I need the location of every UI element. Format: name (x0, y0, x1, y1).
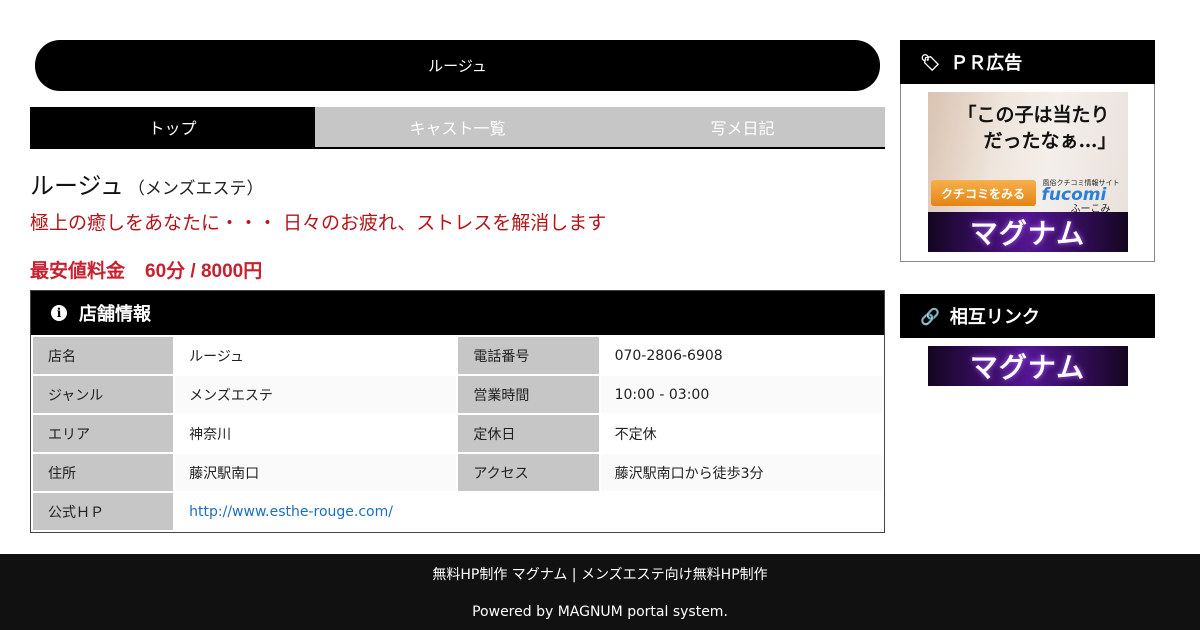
footer-line2: Powered by MAGNUM portal system. (472, 604, 728, 620)
magnum-logo: マグナム (969, 217, 1086, 250)
sidebar: 🏷 ＰＲ広告 「この子は当たり だったなぁ…」 クチコミをみる 風俗クチコミ情報… (900, 40, 1155, 386)
row-label: アクセス (456, 452, 601, 493)
shop-info-header: i 店舗情報 (31, 291, 884, 335)
ad-quote-line2: だったなぁ…」 (983, 130, 1117, 152)
row-label: 定休日 (456, 413, 601, 454)
info-icon: i (51, 305, 67, 321)
row-value: 神奈川 (173, 413, 459, 454)
row-value: 不定休 (598, 413, 885, 454)
row-value: 藤沢駅南口から徒歩3分 (598, 452, 885, 493)
shop-info-box: i 店舗情報 店名 ルージュ 電話番号 070-2806-6908 ジャンル メ… (30, 290, 885, 533)
table-row: エリア 神奈川 定休日 不定休 (30, 413, 885, 454)
shop-info-table: 店名 ルージュ 電話番号 070-2806-6908 ジャンル メンズエステ 営… (30, 335, 885, 532)
shop-catchphrase: 極上の癒しをあなたに・・・ 日々のお疲れ、ストレスを解消します (30, 212, 607, 234)
row-value: メンズエステ (173, 374, 459, 415)
row-value: 10:00 - 03:00 (598, 374, 885, 415)
fucomi-ad-banner[interactable]: 「この子は当たり だったなぁ…」 クチコミをみる 風俗クチコミ情報サイト fuc… (927, 92, 1128, 212)
kuchikomi-button[interactable]: クチコミをみる (930, 180, 1036, 206)
shop-heading: ルージュ （メンズエステ） (30, 166, 885, 201)
shop-title-banner: ルージュ (35, 40, 880, 91)
tags-icon: 🏷 (920, 52, 941, 72)
pr-ad-header: 🏷 ＰＲ広告 (900, 40, 1155, 84)
row-label: 営業時間 (456, 374, 601, 415)
official-hp-link[interactable]: http://www.esthe-rouge.com/ (189, 504, 393, 520)
main-content: ルージュ トップ キャスト一覧 写メ日記 ルージュ （メンズエステ） 極上の癒し… (30, 40, 885, 533)
table-row: 住所 藤沢駅南口 アクセス 藤沢駅南口から徒歩3分 (30, 452, 885, 493)
magnum-ad-banner[interactable]: マグナム (927, 212, 1128, 252)
footer-line1[interactable]: 無料HP制作 マグナム | メンズエステ向け無料HP制作 (0, 564, 1200, 584)
tab-photo-diary[interactable]: 写メ日記 (600, 107, 885, 147)
table-row: 店名 ルージュ 電話番号 070-2806-6908 (30, 335, 885, 376)
pr-ad-title: ＰＲ広告 (950, 53, 1023, 74)
table-row: ジャンル メンズエステ 営業時間 10:00 - 03:00 (30, 374, 885, 415)
lowest-price: 最安値料金 60分 / 8000円 (30, 256, 885, 283)
row-value: ルージュ (173, 335, 459, 376)
tab-cast-list[interactable]: キャスト一覧 (315, 107, 600, 147)
mutual-link-header: 🔗 相互リンク (900, 294, 1155, 338)
price-value: 60分 / 8000円 (145, 261, 263, 282)
row-label: エリア (30, 413, 176, 454)
magnum-link-banner[interactable]: マグナム (927, 346, 1128, 386)
row-value: 藤沢駅南口 (173, 452, 459, 493)
price-label: 最安値料金 (30, 261, 126, 282)
tab-cast-list-label: キャスト一覧 (409, 119, 506, 138)
row-label: 店名 (30, 335, 176, 376)
tab-photo-diary-label: 写メ日記 (710, 119, 775, 138)
row-label: ジャンル (30, 374, 176, 415)
shop-name: ルージュ (30, 172, 124, 200)
row-label: 住所 (30, 452, 176, 493)
footer: 無料HP制作 マグナム | メンズエステ向け無料HP制作 Powered by … (0, 554, 1200, 630)
row-label: 公式ＨＰ (30, 491, 176, 532)
row-label: 電話番号 (456, 335, 601, 376)
row-value: 070-2806-6908 (598, 335, 885, 376)
banner-title: ルージュ (428, 57, 487, 75)
mutual-link-title: 相互リンク (949, 307, 1040, 328)
link-icon: 🔗 (920, 306, 940, 326)
magnum-logo: マグナム (969, 351, 1086, 384)
nav-tabs: トップ キャスト一覧 写メ日記 (30, 107, 885, 149)
shop-genre: （メンズエステ） (127, 179, 264, 199)
table-row: 公式ＨＰ http://www.esthe-rouge.com/ (30, 491, 884, 532)
mutual-link-box: マグナム (900, 338, 1155, 386)
pr-ad-box: 「この子は当たり だったなぁ…」 クチコミをみる 風俗クチコミ情報サイト fuc… (900, 84, 1155, 262)
fucomi-logo-kana: ふーこみ (1070, 204, 1111, 212)
tab-top-label: トップ (148, 119, 197, 138)
row-value: http://www.esthe-rouge.com/ (173, 491, 884, 532)
tab-top[interactable]: トップ (30, 107, 315, 147)
ad-quote-line1: 「この子は当たり (957, 104, 1110, 126)
shop-info-title: 店舗情報 (79, 304, 151, 325)
